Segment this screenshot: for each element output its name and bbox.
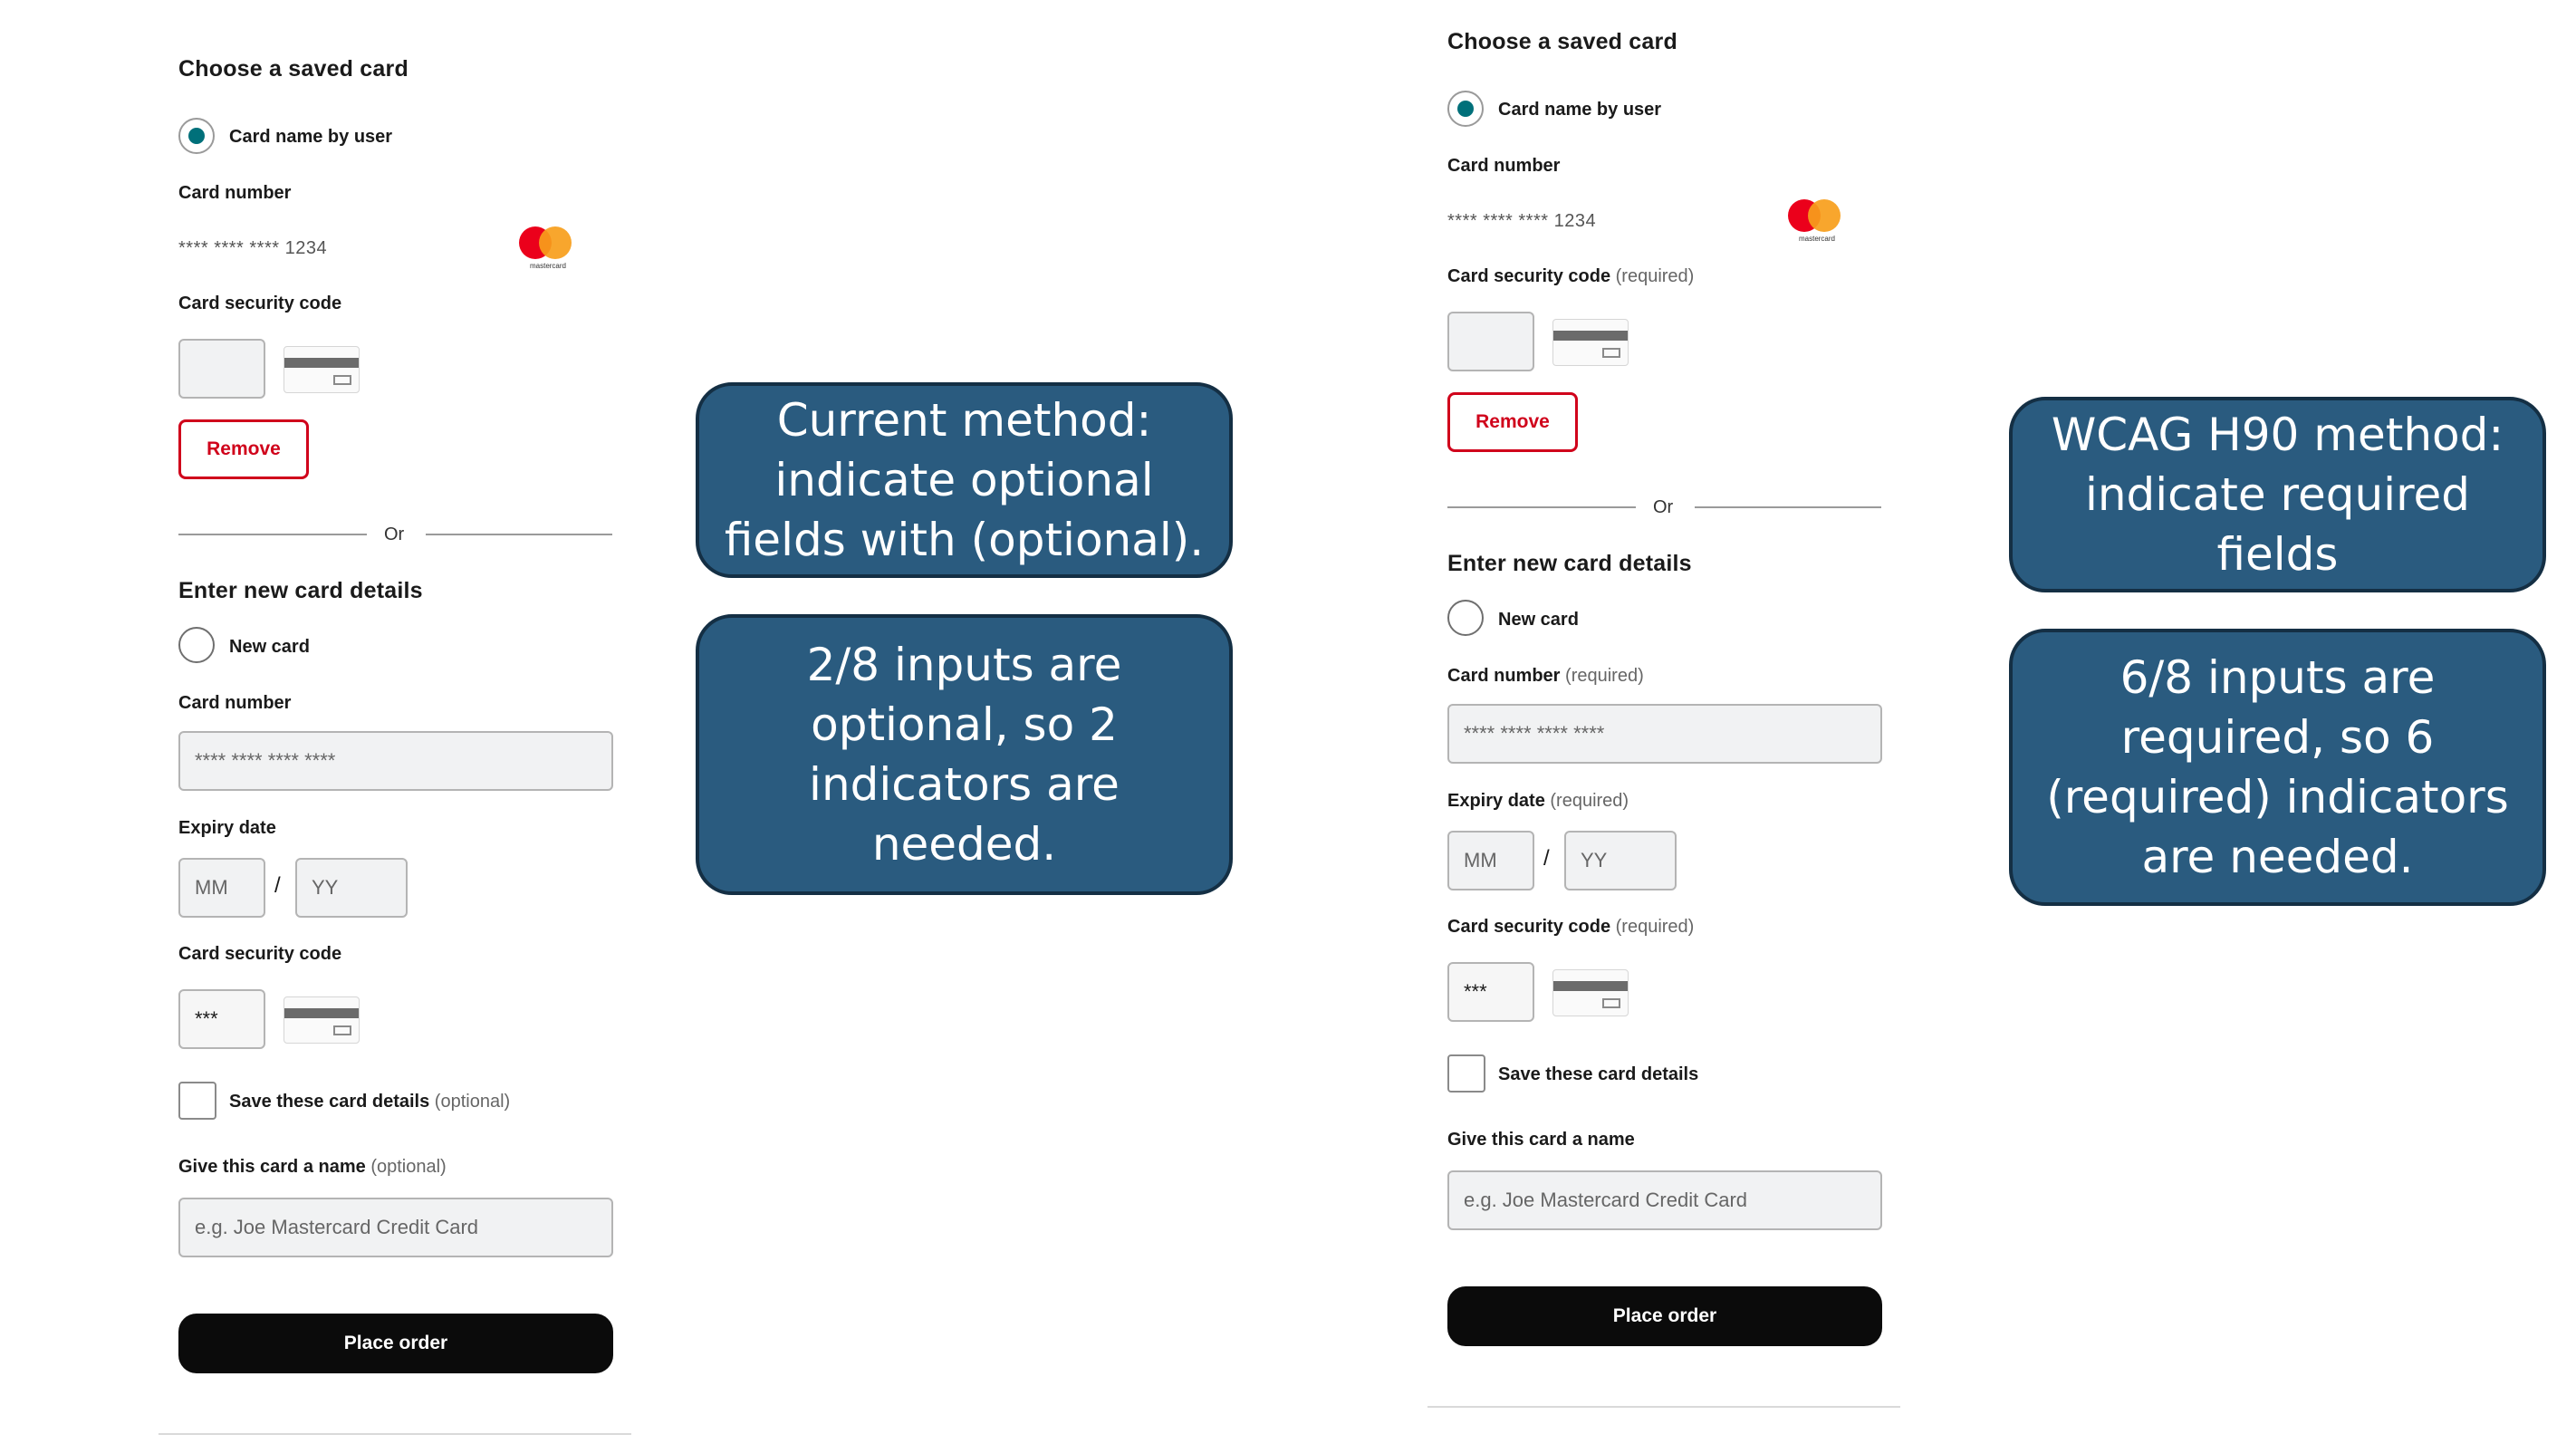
card-security-code-icon bbox=[1552, 319, 1629, 366]
card-name-input[interactable]: e.g. Joe Mastercard Credit Card bbox=[1447, 1170, 1882, 1230]
saved-card-heading: Choose a saved card bbox=[1447, 29, 1677, 54]
divider-right bbox=[426, 534, 612, 535]
new-card-heading: Enter new card details bbox=[1447, 551, 1692, 576]
current-method-callout: Current method: indicate optional fields… bbox=[696, 382, 1233, 578]
new-card-radio-label: New card bbox=[1498, 610, 1579, 630]
new-security-label: Card security code (required) bbox=[1447, 917, 1695, 937]
card-security-code-icon bbox=[284, 346, 360, 393]
card-number-required-note: (required) bbox=[1565, 666, 1644, 686]
save-card-label: Save these card details bbox=[1498, 1064, 1699, 1084]
save-card-checkbox[interactable] bbox=[178, 1082, 216, 1120]
expiry-year-input[interactable]: YY bbox=[1564, 831, 1677, 890]
card-name-label: Give this card a name (optional) bbox=[178, 1157, 447, 1177]
place-order-button[interactable]: Place order bbox=[1447, 1286, 1882, 1346]
expiry-date-label: Expiry date bbox=[178, 818, 276, 838]
right-payment-form: Choose a saved card Card name by user Ca… bbox=[1427, 0, 1953, 1444]
card-name-label: Give this card a name bbox=[1447, 1130, 1635, 1150]
saved-card-masked-number: **** **** **** 1234 bbox=[1447, 211, 1597, 231]
divider-left bbox=[1447, 506, 1636, 508]
left-payment-form: Choose a saved card Card name by user Ca… bbox=[159, 0, 684, 1444]
new-security-required-note: (required) bbox=[1615, 917, 1695, 937]
new-security-input[interactable]: *** bbox=[1447, 962, 1534, 1022]
expiry-required-note: (required) bbox=[1550, 791, 1629, 811]
divider-left bbox=[178, 534, 367, 535]
new-card-number-label: Card number (required) bbox=[1447, 666, 1644, 686]
save-card-label: Save these card details (optional) bbox=[229, 1092, 511, 1112]
card-name-input[interactable]: e.g. Joe Mastercard Credit Card bbox=[178, 1198, 613, 1257]
current-count-callout: 2/8 inputs are optional, so 2 indicators… bbox=[696, 614, 1233, 895]
expiry-month-input[interactable]: MM bbox=[1447, 831, 1534, 890]
card-security-code-icon bbox=[1552, 969, 1629, 1016]
saved-security-required-note: (required) bbox=[1615, 266, 1695, 286]
new-security-label: Card security code bbox=[178, 944, 342, 964]
saved-card-heading: Choose a saved card bbox=[178, 56, 409, 82]
save-card-optional-note: (optional) bbox=[434, 1092, 511, 1112]
saved-card-radio[interactable] bbox=[1447, 91, 1484, 127]
saved-card-number-label: Card number bbox=[1447, 156, 1561, 176]
mastercard-logo-icon: mastercard bbox=[519, 226, 577, 272]
new-card-heading: Enter new card details bbox=[178, 578, 423, 603]
expiry-year-input[interactable]: YY bbox=[295, 858, 408, 918]
place-order-button[interactable]: Place order bbox=[178, 1314, 613, 1373]
remove-button[interactable]: Remove bbox=[178, 419, 309, 479]
bottom-divider bbox=[1427, 1406, 1900, 1408]
or-label: Or bbox=[1653, 497, 1674, 517]
saved-security-input[interactable] bbox=[1447, 312, 1534, 371]
new-security-input[interactable]: *** bbox=[178, 989, 265, 1049]
new-card-number-input[interactable]: **** **** **** **** bbox=[178, 731, 613, 791]
saved-card-masked-number: **** **** **** 1234 bbox=[178, 238, 328, 258]
mastercard-logo-icon: mastercard bbox=[1788, 199, 1846, 245]
wcag-count-callout: 6/8 inputs are required, so 6 (required)… bbox=[2009, 629, 2546, 906]
save-card-checkbox[interactable] bbox=[1447, 1054, 1485, 1093]
expiry-separator: / bbox=[274, 873, 281, 898]
new-card-radio[interactable] bbox=[1447, 600, 1484, 636]
saved-card-radio-label: Card name by user bbox=[1498, 100, 1662, 120]
saved-card-radio-label: Card name by user bbox=[229, 127, 393, 147]
expiry-date-label: Expiry date (required) bbox=[1447, 791, 1629, 811]
new-card-number-input[interactable]: **** **** **** **** bbox=[1447, 704, 1882, 764]
saved-card-number-label: Card number bbox=[178, 183, 292, 203]
saved-security-label: Card security code bbox=[178, 294, 342, 313]
new-card-number-label: Card number bbox=[178, 693, 292, 713]
new-card-radio[interactable] bbox=[178, 627, 215, 663]
card-security-code-icon bbox=[284, 996, 360, 1044]
saved-card-radio[interactable] bbox=[178, 118, 215, 154]
expiry-month-input[interactable]: MM bbox=[178, 858, 265, 918]
card-name-optional-note: (optional) bbox=[370, 1157, 447, 1177]
saved-security-input[interactable] bbox=[178, 339, 265, 399]
wcag-method-callout: WCAG H90 method: indicate required field… bbox=[2009, 397, 2546, 592]
or-label: Or bbox=[384, 525, 405, 544]
expiry-separator: / bbox=[1543, 846, 1550, 871]
new-card-radio-label: New card bbox=[229, 637, 310, 657]
divider-right bbox=[1695, 506, 1881, 508]
remove-button[interactable]: Remove bbox=[1447, 392, 1578, 452]
saved-security-label: Card security code (required) bbox=[1447, 266, 1695, 286]
bottom-divider bbox=[159, 1433, 631, 1435]
